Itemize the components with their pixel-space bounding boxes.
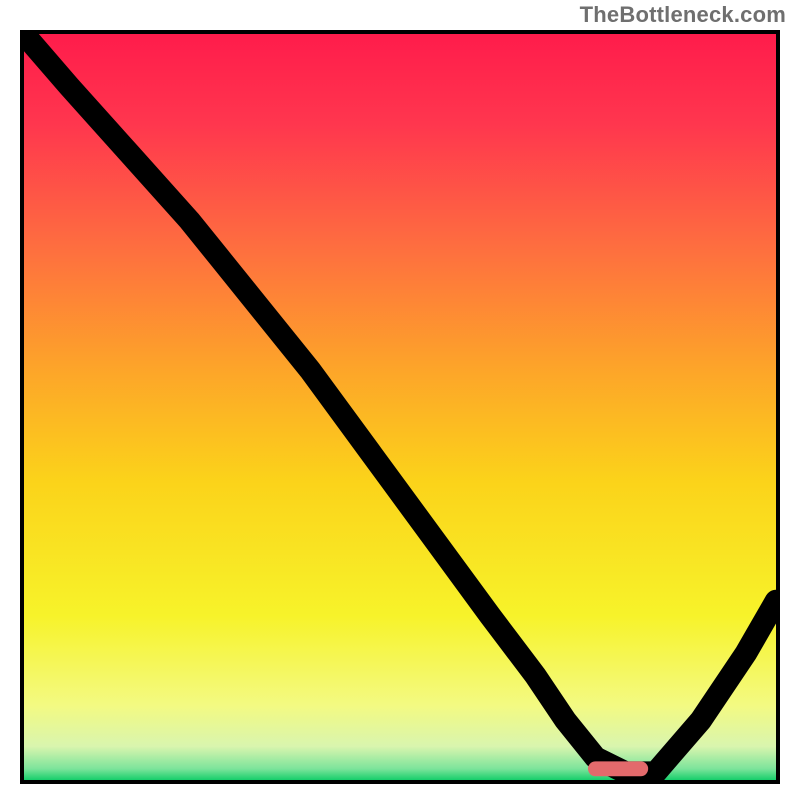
- chart-frame: [20, 30, 780, 784]
- bottleneck-chart: [24, 34, 776, 780]
- optimal-range-marker: [588, 761, 648, 776]
- watermark-text: TheBottleneck.com: [580, 2, 786, 28]
